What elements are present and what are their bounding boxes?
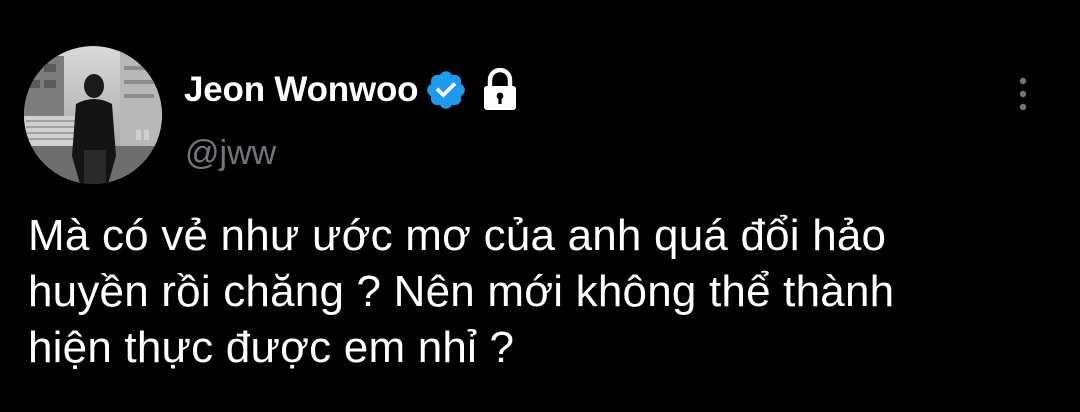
- more-vertical-icon[interactable]: [1008, 72, 1038, 116]
- tweet: Jeon Wonwoo @jww Mà có vẻ như ước mơ của…: [0, 0, 1080, 412]
- user-handle[interactable]: @jww: [185, 134, 276, 173]
- avatar-photo: [24, 46, 162, 184]
- tweet-header: Jeon Wonwoo: [184, 62, 520, 118]
- avatar[interactable]: [24, 46, 162, 184]
- verified-badge-icon: [424, 68, 468, 112]
- tweet-text: Mà có vẻ như ước mơ của anh quá đổi hảo …: [28, 211, 895, 372]
- lock-icon: [480, 67, 520, 112]
- display-name[interactable]: Jeon Wonwoo: [184, 70, 419, 110]
